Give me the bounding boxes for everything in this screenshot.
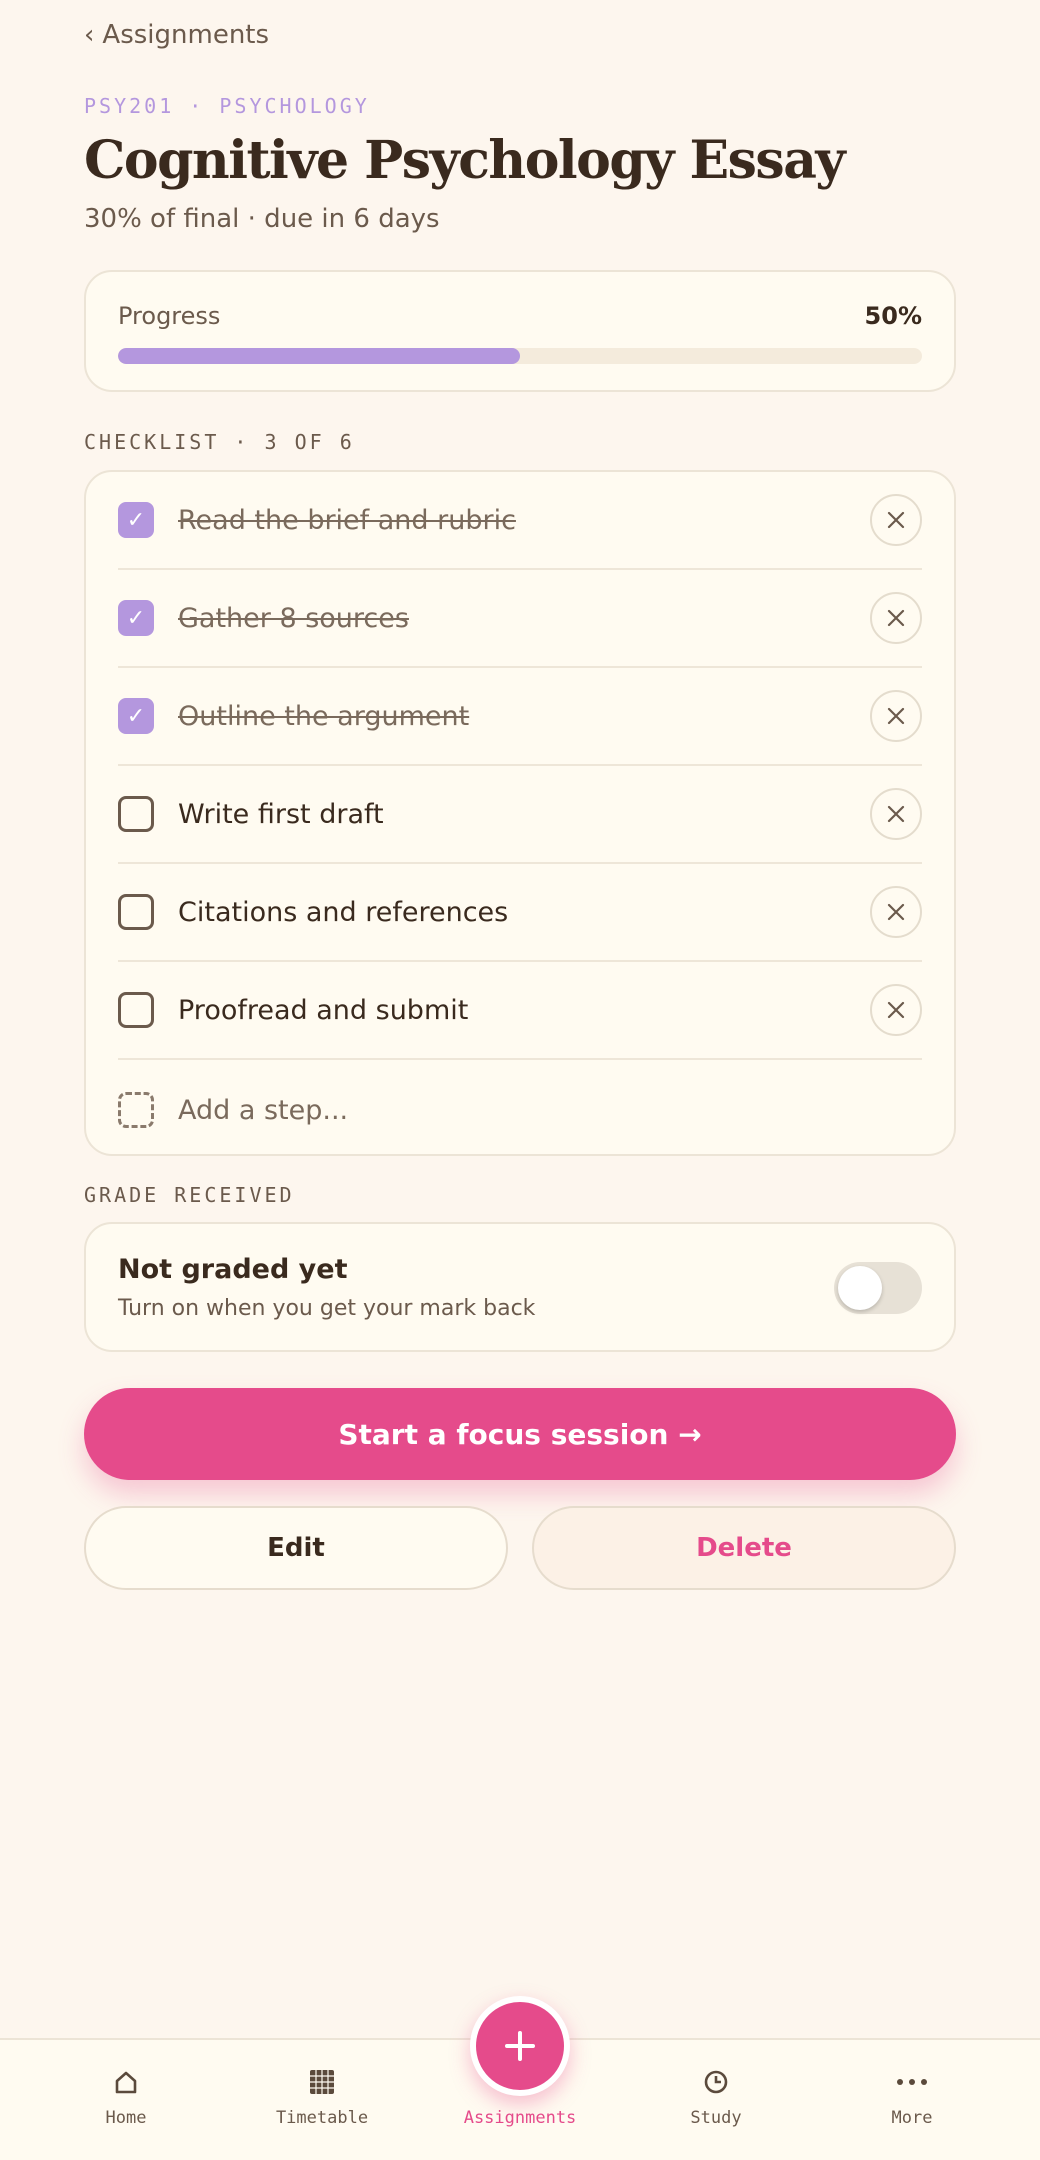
chevron-left-icon: ‹ [84,20,95,50]
checkbox[interactable] [118,894,154,930]
checklist-card: ✓ Read the brief and rubric ✓ Gather 8 s… [84,470,956,1156]
grade-status-subtitle: Turn on when you get your mark back [118,1296,536,1321]
checklist-item-label[interactable]: Outline the argument [178,701,870,732]
dashed-checkbox-icon [118,1092,154,1128]
tab-label: Assignments [463,2108,577,2128]
add-assignment-fab[interactable] [470,1996,570,2096]
close-icon [887,609,905,627]
grade-toggle[interactable] [834,1262,922,1314]
tab-more[interactable]: More [814,2040,1010,2160]
tab-timetable[interactable]: Timetable [224,2040,420,2160]
checklist-item: ✓ Gather 8 sources [118,570,922,668]
check-icon: ✓ [126,703,146,729]
progress-fill [118,348,520,364]
checklist-item: ✓ Outline the argument [118,668,922,766]
close-icon [887,707,905,725]
add-step-row[interactable]: Add a step... [118,1092,922,1128]
delete-button[interactable]: Delete [532,1506,956,1590]
tab-label: More [891,2108,933,2128]
checkbox[interactable]: ✓ [118,698,154,734]
grade-card: Not graded yet Turn on when you get your… [84,1222,956,1352]
checklist-item-label[interactable]: Read the brief and rubric [178,505,870,536]
back-link[interactable]: ‹ Assignments [84,20,269,50]
close-icon [887,805,905,823]
progress-value: 50% [864,302,922,330]
course-eyebrow: PSY201 · PSYCHOLOGY [84,94,370,118]
progress-label: Progress [118,302,221,330]
checkbox[interactable] [118,992,154,1028]
remove-step-button[interactable] [870,984,922,1036]
grade-status-title: Not graded yet [118,1254,348,1285]
start-focus-session-button[interactable]: Start a focus session → [84,1388,956,1480]
checklist-item-label[interactable]: Write first draft [178,799,870,830]
home-icon [112,2068,140,2098]
checklist-item-label[interactable]: Citations and references [178,897,870,928]
remove-step-button[interactable] [870,494,922,546]
checklist-item: ✓ Read the brief and rubric [118,472,922,570]
tab-label: Study [690,2108,742,2128]
close-icon [887,1001,905,1019]
page-subtitle: 30% of final · due in 6 days [84,204,440,234]
edit-button[interactable]: Edit [84,1506,508,1590]
add-step-input[interactable]: Add a step... [178,1095,348,1126]
remove-step-button[interactable] [870,690,922,742]
page-title: Cognitive Psychology Essay [84,130,846,191]
more-dots-icon [894,2068,930,2098]
tab-label: Home [105,2108,147,2128]
tab-home[interactable]: Home [28,2040,224,2160]
clock-icon [702,2068,730,2098]
grade-section-label: GRADE RECEIVED [84,1183,295,1207]
grid-icon [308,2068,336,2098]
progress-track [118,348,922,364]
progress-card: Progress 50% [84,270,956,392]
remove-step-button[interactable] [870,886,922,938]
checklist-item-label[interactable]: Proofread and submit [178,995,870,1026]
checklist-item: Proofread and submit [118,962,922,1060]
checklist-item-label[interactable]: Gather 8 sources [178,603,870,634]
tab-study[interactable]: Study [618,2040,814,2160]
tab-label: Timetable [275,2108,369,2128]
toggle-knob [838,1266,882,1310]
check-icon: ✓ [126,507,146,533]
checkbox[interactable]: ✓ [118,600,154,636]
plus-icon [505,2031,535,2061]
check-icon: ✓ [126,605,146,631]
checklist-section-label: CHECKLIST · 3 OF 6 [84,430,355,454]
checkbox[interactable] [118,796,154,832]
close-icon [887,903,905,921]
remove-step-button[interactable] [870,788,922,840]
checklist-item: Write first draft [118,766,922,864]
back-link-label: Assignments [102,20,270,50]
close-icon [887,511,905,529]
checkbox[interactable]: ✓ [118,502,154,538]
checklist-item: Citations and references [118,864,922,962]
remove-step-button[interactable] [870,592,922,644]
